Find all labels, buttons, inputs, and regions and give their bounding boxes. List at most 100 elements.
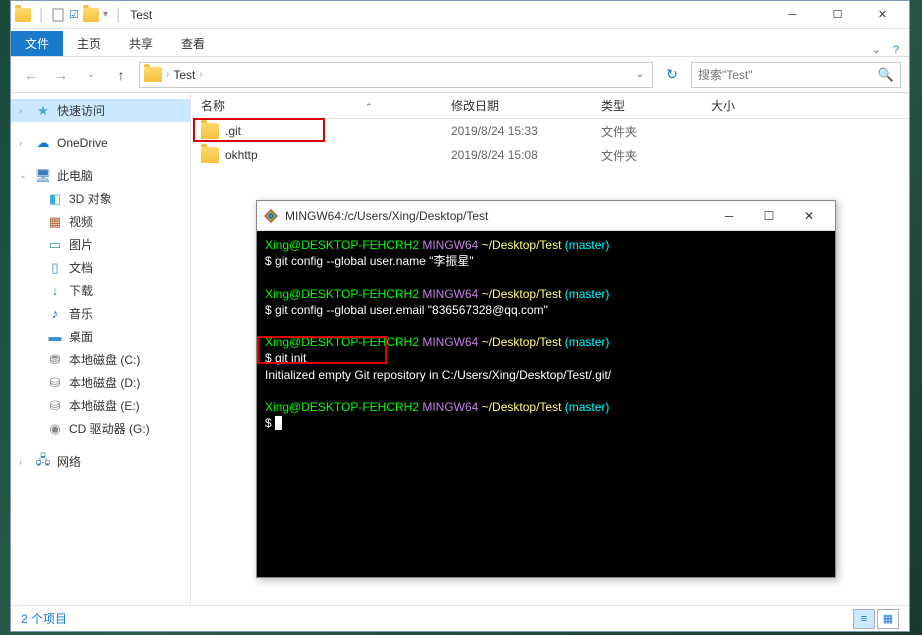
terminal-command: $ git init: [265, 350, 827, 366]
maximize-button[interactable]: ☐: [815, 1, 860, 29]
minimize-button[interactable]: ─: [770, 1, 815, 29]
disk-icon: ⛁: [47, 398, 63, 414]
recent-dropdown[interactable]: ⌄: [79, 63, 103, 87]
refresh-button[interactable]: ↻: [659, 62, 685, 88]
breadcrumb-dropdown[interactable]: ⌄: [632, 69, 648, 80]
view-icons-button[interactable]: ▦: [877, 609, 899, 629]
terminal-prompt: Xing@DESKTOP-FEHCRH2 MINGW64 ~/Desktop/T…: [265, 237, 827, 253]
search-input[interactable]: [698, 68, 878, 82]
cd-icon: ◉: [47, 421, 63, 437]
sidebar-item-pictures[interactable]: ▭图片: [11, 233, 190, 256]
sidebar-item-quickaccess[interactable]: ›★快速访问: [11, 99, 190, 122]
terminal-blank: [265, 269, 827, 285]
terminal-blank: [265, 318, 827, 334]
sidebar-item-thispc[interactable]: ⌄🖥此电脑: [11, 164, 190, 187]
nav-bar: ← → ⌄ ↑ › Test › ⌄ ↻ 🔍: [11, 57, 909, 93]
terminal-prompt: Xing@DESKTOP-FEHCRH2 MINGW64 ~/Desktop/T…: [265, 334, 827, 350]
back-button[interactable]: ←: [19, 63, 43, 87]
window-title: Test: [130, 8, 152, 22]
tab-file[interactable]: 文件: [11, 31, 63, 56]
tab-home[interactable]: 主页: [63, 31, 115, 56]
terminal-blank: [265, 383, 827, 399]
close-button[interactable]: ✕: [789, 202, 829, 230]
video-icon: ▦: [47, 214, 63, 230]
up-button[interactable]: ↑: [109, 63, 133, 87]
file-row[interactable]: okhttp 2019/8/24 15:08 文件夹: [191, 143, 909, 167]
breadcrumb[interactable]: › Test › ⌄: [139, 62, 653, 88]
network-icon: 🖧: [35, 454, 51, 470]
chevron-right-icon[interactable]: ›: [166, 69, 169, 80]
file-name: okhttp: [225, 148, 451, 162]
terminal-body[interactable]: Xing@DESKTOP-FEHCRH2 MINGW64 ~/Desktop/T…: [257, 231, 835, 577]
sidebar-item-documents[interactable]: ▯文档: [11, 256, 190, 279]
disk-icon: ⛃: [47, 352, 63, 368]
forward-button[interactable]: →: [49, 63, 73, 87]
breadcrumb-segment[interactable]: Test: [173, 68, 195, 82]
separator: |: [39, 6, 43, 24]
folder-icon: [144, 67, 162, 82]
terminal-prompt: Xing@DESKTOP-FEHCRH2 MINGW64 ~/Desktop/T…: [265, 399, 827, 415]
cursor: [275, 416, 282, 430]
titlebar-quickaccess-toolbar: | ☑ ▾ |: [15, 6, 124, 24]
sidebar-item-3dobjects[interactable]: ◧3D 对象: [11, 187, 190, 210]
column-date[interactable]: 修改日期: [451, 97, 601, 114]
document-icon: [51, 8, 65, 22]
sidebar-item-disk-c[interactable]: ⛃本地磁盘 (C:): [11, 348, 190, 371]
column-size[interactable]: 大小: [711, 97, 791, 114]
sidebar-item-desktop[interactable]: ▬桌面: [11, 325, 190, 348]
status-bar: 2 个项目 ≡ ▦: [11, 605, 909, 631]
close-button[interactable]: ✕: [860, 1, 905, 29]
ribbon-expand-icon[interactable]: ⌄: [872, 43, 881, 56]
sidebar-item-disk-d[interactable]: ⛁本地磁盘 (D:): [11, 371, 190, 394]
sidebar-item-music[interactable]: ♪音乐: [11, 302, 190, 325]
sidebar-item-cd-g[interactable]: ◉CD 驱动器 (G:): [11, 417, 190, 440]
mingw-logo-icon: [263, 208, 279, 224]
chevron-right-icon[interactable]: ›: [199, 69, 202, 80]
music-icon: ♪: [47, 306, 63, 322]
column-type[interactable]: 类型: [601, 97, 711, 114]
list-header: 名称⌃ 修改日期 类型 大小: [191, 93, 909, 119]
maximize-button[interactable]: ☐: [749, 202, 789, 230]
separator: |: [116, 6, 120, 24]
sidebar-item-videos[interactable]: ▦视频: [11, 210, 190, 233]
tab-view[interactable]: 查看: [167, 31, 219, 56]
file-name: .git: [225, 124, 451, 138]
column-name[interactable]: 名称⌃: [201, 97, 451, 114]
pc-icon: 🖥: [35, 168, 51, 184]
terminal-command: $ git config --global user.name "李振星": [265, 253, 827, 269]
sidebar-item-network[interactable]: ›🖧网络: [11, 450, 190, 473]
document-icon: ▯: [47, 260, 63, 276]
view-toggles: ≡ ▦: [853, 609, 899, 629]
search-box[interactable]: 🔍: [691, 62, 901, 88]
cloud-icon: ☁: [35, 135, 51, 151]
sidebar-item-onedrive[interactable]: ›☁OneDrive: [11, 132, 190, 154]
terminal-title: MINGW64:/c/Users/Xing/Desktop/Test: [285, 209, 709, 223]
file-type: 文件夹: [601, 123, 711, 140]
star-icon: ★: [35, 103, 51, 119]
sidebar-item-downloads[interactable]: ↓下载: [11, 279, 190, 302]
titlebar: | ☑ ▾ | Test ─ ☐ ✕: [11, 1, 909, 29]
tab-share[interactable]: 共享: [115, 31, 167, 56]
window-controls: ─ ☐ ✕: [770, 1, 905, 29]
dropdown-icon[interactable]: ▾: [103, 9, 108, 20]
folder-icon: [15, 8, 31, 22]
folder-icon: [201, 123, 219, 139]
file-date: 2019/8/24 15:33: [451, 124, 601, 138]
search-icon[interactable]: 🔍: [878, 67, 894, 83]
help-icon[interactable]: ?: [893, 44, 899, 56]
file-date: 2019/8/24 15:08: [451, 148, 601, 162]
download-icon: ↓: [47, 283, 63, 299]
file-row[interactable]: .git 2019/8/24 15:33 文件夹: [191, 119, 909, 143]
picture-icon: ▭: [47, 237, 63, 253]
sidebar: ›★快速访问 ›☁OneDrive ⌄🖥此电脑 ◧3D 对象 ▦视频 ▭图片 ▯…: [11, 93, 191, 605]
sidebar-item-disk-e[interactable]: ⛁本地磁盘 (E:): [11, 394, 190, 417]
terminal-prompt-cursor: $: [265, 415, 827, 431]
cube-icon: ◧: [47, 191, 63, 207]
checkmark-icon: ☑: [69, 8, 79, 21]
terminal-prompt: Xing@DESKTOP-FEHCRH2 MINGW64 ~/Desktop/T…: [265, 286, 827, 302]
terminal-controls: ─ ☐ ✕: [709, 202, 829, 230]
minimize-button[interactable]: ─: [709, 202, 749, 230]
folder-icon: [83, 8, 99, 22]
desktop-icon: ▬: [47, 329, 63, 345]
view-details-button[interactable]: ≡: [853, 609, 875, 629]
